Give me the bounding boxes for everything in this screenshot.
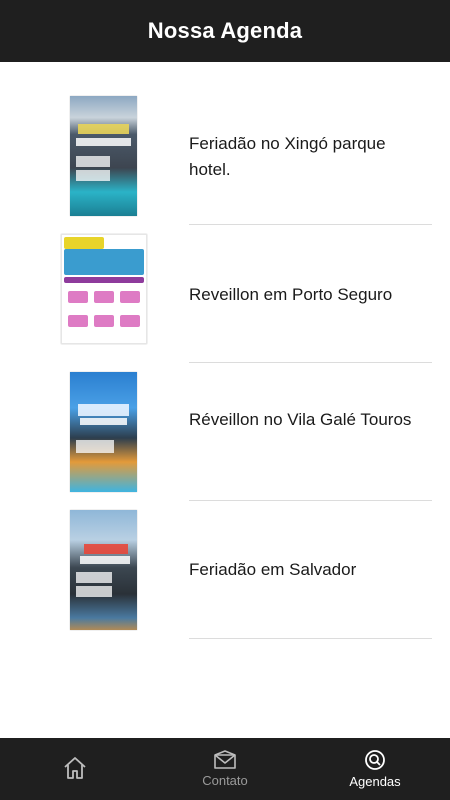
event-title: Feriadão no Xingó parque hotel. xyxy=(189,134,386,179)
event-thumbnail xyxy=(70,96,137,216)
envelope-icon xyxy=(213,750,237,770)
agenda-list: Feriadão no Xingó parque hotel. Reveillo… xyxy=(0,62,450,639)
event-title: Feriadão em Salvador xyxy=(189,560,357,579)
app-header: Nossa Agenda xyxy=(0,0,450,62)
divider xyxy=(189,638,432,639)
list-item[interactable]: Feriadão em Salvador xyxy=(0,501,450,639)
list-item[interactable]: Reveillon em Porto Seguro xyxy=(0,225,450,363)
tab-contato[interactable]: Contato xyxy=(150,738,300,800)
event-thumbnail xyxy=(70,510,137,630)
event-title: Reveillon em Porto Seguro xyxy=(189,285,393,304)
event-title: Réveillon no Vila Galé Touros xyxy=(189,410,412,429)
tab-agendas[interactable]: Agendas xyxy=(300,738,450,800)
page-title: Nossa Agenda xyxy=(147,18,303,43)
event-thumbnail xyxy=(61,234,147,344)
search-icon xyxy=(364,749,386,771)
list-item[interactable]: Réveillon no Vila Galé Touros xyxy=(0,363,450,501)
event-thumbnail xyxy=(70,372,137,492)
list-item[interactable]: Feriadão no Xingó parque hotel. xyxy=(0,62,450,225)
bottom-tab-bar: Contato Agendas xyxy=(0,738,450,800)
tab-home[interactable] xyxy=(0,738,150,800)
home-icon xyxy=(62,755,88,781)
tab-label: Agendas xyxy=(349,774,401,789)
tab-label: Contato xyxy=(202,773,248,788)
